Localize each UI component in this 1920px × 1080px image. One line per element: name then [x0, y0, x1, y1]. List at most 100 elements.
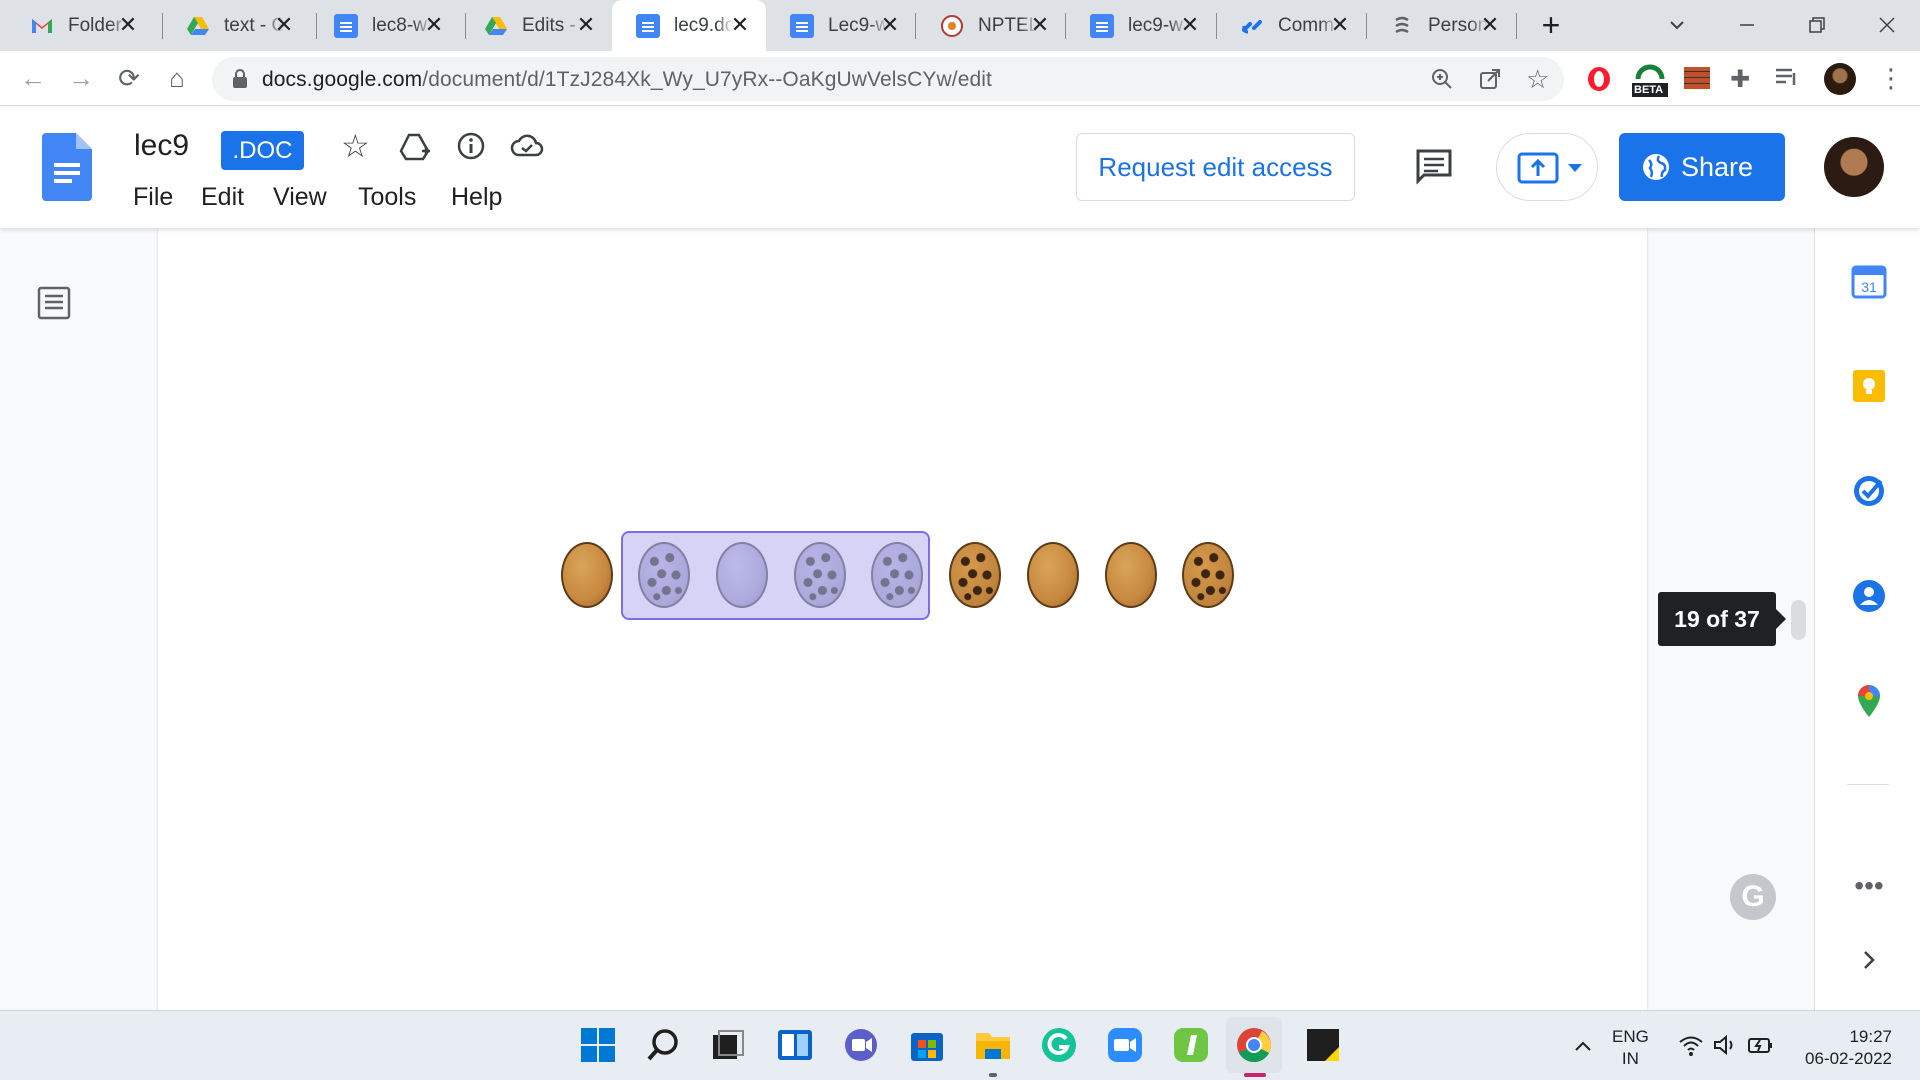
search-icon[interactable]	[643, 1025, 683, 1065]
tab-lec8[interactable]: lec8-w ✕	[310, 0, 460, 51]
kebab-menu-icon[interactable]: ⋮	[1878, 63, 1904, 93]
start-icon[interactable]	[578, 1025, 618, 1065]
opera-icon[interactable]	[1586, 66, 1612, 92]
request-edit-access-button[interactable]: Request edit access	[1076, 133, 1355, 201]
sticky-notes-icon[interactable]	[1303, 1025, 1343, 1065]
taskbar: ENG IN 19:27 06-02-2022	[0, 1010, 1920, 1080]
chevron-right-icon[interactable]	[1851, 942, 1887, 978]
forward-icon[interactable]: →	[64, 61, 98, 95]
close-icon[interactable]: ✕	[1478, 13, 1502, 37]
panel-divider	[1847, 784, 1889, 785]
menu-view[interactable]: View	[273, 183, 327, 212]
grammarly-app-icon[interactable]	[1039, 1025, 1079, 1065]
widgets-icon[interactable]	[775, 1025, 815, 1065]
comment-history-icon[interactable]	[1414, 147, 1454, 187]
close-icon[interactable]: ✕	[422, 13, 446, 37]
profile-avatar[interactable]	[1824, 63, 1856, 95]
docs-logo-icon[interactable]	[42, 133, 92, 201]
contacts-icon[interactable]	[1851, 578, 1887, 614]
tab-lec9-w-2[interactable]: lec9-w ✕	[1066, 0, 1216, 51]
tab-nptel[interactable]: NPTEL ✕	[916, 0, 1066, 51]
minimize-icon[interactable]	[1732, 10, 1762, 40]
close-icon[interactable]: ✕	[272, 13, 296, 37]
tab-drive-text[interactable]: text - Google Drive ✕	[162, 0, 310, 51]
url-text[interactable]: docs.google.com/document/d/1TzJ284Xk_Wy_…	[262, 68, 992, 92]
chrome-app-icon[interactable]	[1234, 1025, 1274, 1065]
scrollbar-thumb[interactable]	[1791, 600, 1806, 640]
share-button[interactable]: Share	[1619, 133, 1785, 201]
beta-extension-icon[interactable]: BETA	[1630, 59, 1670, 99]
tab-lec9-w-1[interactable]: Lec9-w ✕	[766, 0, 916, 51]
close-icon[interactable]: ✕	[878, 13, 902, 37]
tab-comm[interactable]: Comm ✕	[1216, 0, 1366, 51]
close-icon[interactable]: ✕	[1178, 13, 1202, 37]
back-icon[interactable]: ←	[16, 61, 50, 95]
doc-title[interactable]: lec9	[134, 129, 189, 163]
docs-icon	[790, 13, 814, 38]
calendar-icon[interactable]: 31	[1851, 263, 1887, 299]
extensions-puzzle-icon[interactable]: ✚	[1730, 65, 1750, 94]
cookie-chocolate-chip	[1182, 542, 1234, 608]
move-to-drive-icon[interactable]	[398, 129, 432, 163]
brick-extension-icon[interactable]	[1684, 67, 1710, 89]
more-apps-icon[interactable]: •••	[1851, 868, 1887, 904]
reload-icon[interactable]: ⟳	[112, 61, 146, 95]
tab-person[interactable]: Person ✕	[1366, 0, 1516, 51]
tab-lec9-doc[interactable]: lec9.doc ✕	[612, 0, 766, 51]
document-outline-icon[interactable]	[36, 285, 72, 321]
close-icon[interactable]: ✕	[728, 13, 752, 37]
address-bar[interactable]: docs.google.com/document/d/1TzJ284Xk_Wy_…	[212, 57, 1564, 101]
close-icon[interactable]: ✕	[116, 13, 140, 37]
cloud-saved-icon[interactable]	[510, 129, 544, 163]
present-button[interactable]	[1496, 133, 1598, 201]
beta-label: BETA	[1634, 84, 1664, 96]
media-queue-icon[interactable]	[1774, 65, 1800, 89]
wifi-icon[interactable]	[1678, 1033, 1704, 1057]
battery-icon[interactable]	[1746, 1033, 1774, 1057]
tab-gmail[interactable]: Folder ✕	[6, 0, 154, 51]
tab-drive-edits[interactable]: Edits - Google Drive ✕	[460, 0, 612, 51]
tab-title: lec9.doc	[674, 14, 734, 36]
share-page-icon[interactable]	[1478, 67, 1502, 91]
grammarly-icon[interactable]: G	[1730, 874, 1776, 920]
tasks-icon[interactable]	[1851, 473, 1887, 509]
cookie-chocolate-chip	[871, 542, 923, 608]
docs-icon	[334, 13, 358, 38]
close-window-icon[interactable]	[1872, 10, 1902, 40]
close-icon[interactable]: ✕	[1328, 13, 1352, 37]
store-icon[interactable]	[907, 1025, 947, 1065]
new-tab-icon[interactable]: +	[1534, 8, 1568, 42]
clock[interactable]: 19:27 06-02-2022	[1780, 1026, 1892, 1070]
maps-icon[interactable]	[1851, 683, 1887, 719]
evernote-app-icon[interactable]	[1171, 1025, 1211, 1065]
cookie-plain	[1027, 542, 1079, 608]
menu-file[interactable]: File	[133, 183, 173, 212]
keep-icon[interactable]	[1851, 368, 1887, 404]
account-avatar[interactable]	[1824, 137, 1884, 197]
task-view-icon[interactable]	[707, 1025, 747, 1065]
menu-help[interactable]: Help	[451, 183, 502, 212]
tab-title: Edits - Google Drive	[522, 14, 582, 36]
zoom-icon[interactable]	[1430, 67, 1454, 91]
lang-line-2: IN	[1621, 1049, 1639, 1068]
teams-chat-icon[interactable]	[841, 1025, 881, 1065]
tab-search-icon[interactable]	[1662, 10, 1692, 40]
star-icon[interactable]: ☆	[341, 129, 375, 163]
lang-line-1: ENG	[1612, 1027, 1649, 1046]
home-icon[interactable]: ⌂	[160, 61, 194, 95]
file-explorer-icon[interactable]	[973, 1025, 1013, 1065]
close-icon[interactable]: ✕	[1028, 13, 1052, 37]
restore-icon[interactable]	[1802, 10, 1832, 40]
drive-icon	[484, 14, 508, 38]
menu-edit[interactable]: Edit	[201, 183, 244, 212]
chevron-down-icon	[1568, 164, 1582, 172]
input-language[interactable]: ENG IN	[1612, 1026, 1649, 1070]
info-icon[interactable]	[454, 129, 488, 163]
zoom-app-icon[interactable]	[1105, 1025, 1145, 1065]
chevron-up-icon[interactable]	[1572, 1035, 1594, 1057]
close-icon[interactable]: ✕	[574, 13, 598, 37]
bookmark-star-icon[interactable]: ☆	[1526, 65, 1549, 93]
lock-icon[interactable]	[230, 68, 250, 90]
menu-tools[interactable]: Tools	[358, 183, 416, 212]
volume-icon[interactable]	[1712, 1033, 1738, 1057]
